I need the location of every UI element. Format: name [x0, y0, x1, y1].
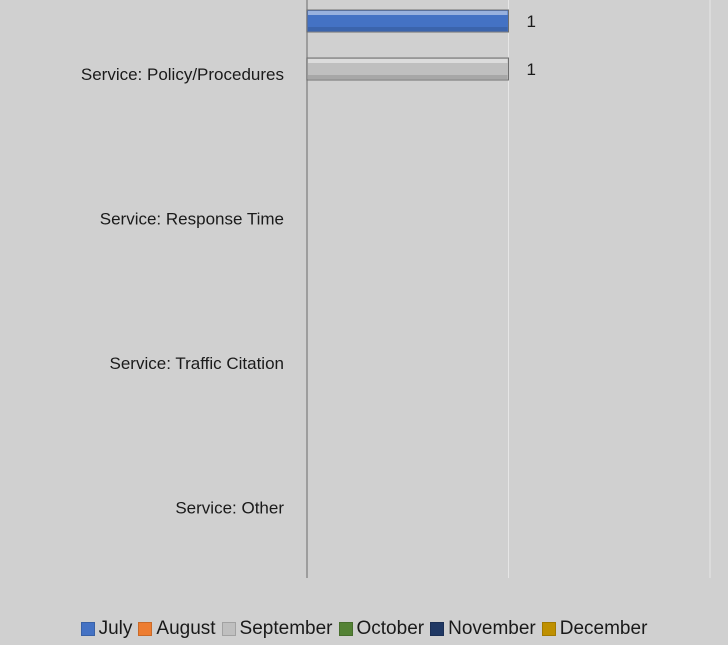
bar-highlight	[308, 11, 508, 15]
legend-label: November	[448, 618, 536, 639]
legend-item-october: October	[338, 618, 425, 640]
data-label: 1	[527, 12, 536, 31]
bar-highlight	[308, 59, 508, 63]
legend-label: September	[239, 618, 333, 639]
data-label: 1	[527, 60, 536, 79]
legend-item-september: September	[221, 618, 333, 640]
legend-item-december: December	[541, 618, 648, 640]
legend-swatch	[221, 622, 236, 636]
legend-swatch	[138, 622, 153, 636]
bar-shadow	[308, 75, 508, 79]
legend-label: October	[356, 618, 425, 639]
legend-item-july: July	[80, 618, 133, 640]
category-label: Service: Other	[175, 499, 284, 518]
legend-swatch	[80, 622, 95, 636]
category-label: Service: Response Time	[100, 210, 284, 229]
legend-swatch	[338, 622, 353, 636]
legend-swatch	[430, 622, 445, 636]
legend-item-august: August	[138, 618, 216, 640]
category-label: Service: Policy/Procedures	[81, 65, 284, 84]
legend-swatch	[541, 622, 556, 636]
legend-label: August	[156, 618, 216, 639]
legend: July August September October November Decemb…	[0, 618, 728, 640]
bar-shadow	[308, 27, 508, 31]
legend-item-november: November	[430, 618, 536, 640]
legend-label: December	[559, 618, 648, 639]
legend-label: July	[98, 618, 133, 639]
chart: Service: Policy/Procedures 1 1 Service: Res…	[0, 0, 728, 645]
category-label: Service: Traffic Citation	[110, 354, 284, 373]
bar-chart: Service: Policy/Procedures 1 1 Service: Res…	[81, 0, 711, 578]
